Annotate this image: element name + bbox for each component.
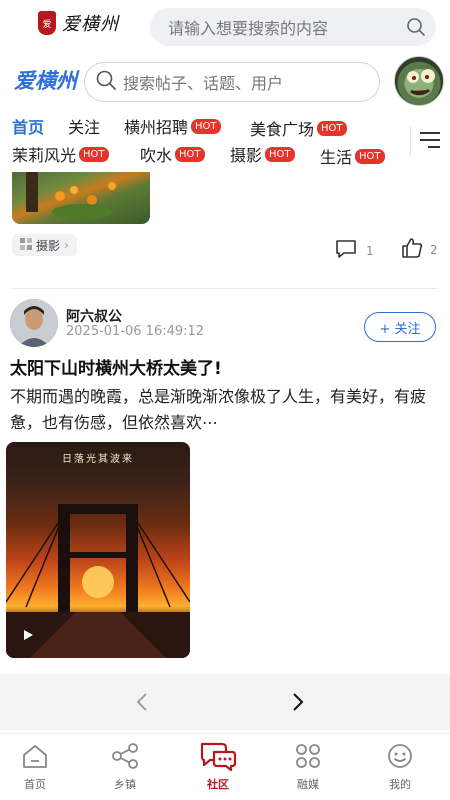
share-nodes-icon (110, 740, 140, 772)
comment-count[interactable]: 1 (334, 238, 374, 263)
app-logo[interactable]: 爱 爱横州 (38, 10, 119, 36)
post-feed[interactable]: 摄影 › 1 2 阿六叔公 2025-01-06 16:49:12 + 关注 太… (0, 172, 450, 670)
tab-food-square[interactable]: 美食广场 HOT (250, 116, 347, 140)
chevron-left-icon[interactable] (128, 688, 156, 716)
author-avatar[interactable] (10, 299, 58, 347)
global-search-placeholder: 请输入想要搜索的内容 (168, 19, 329, 38)
tab-label: 生活 (320, 148, 353, 167)
tab-label: 关注 (68, 118, 101, 137)
post-video-thumbnail[interactable]: 日落光其波来 (6, 442, 190, 658)
tab-label: 吹水 (140, 146, 173, 165)
app-top-bar: 爱 爱横州 请输入想要搜索的内容 (0, 0, 450, 52)
tab-photography[interactable]: 摄影 HOT (230, 142, 295, 166)
tab-chat[interactable]: 吹水 HOT (140, 142, 205, 166)
forum-brand: 爱横州 (14, 70, 77, 93)
tab-label: 美食广场 (250, 120, 315, 139)
tab-jasmine-scenery[interactable]: 茉莉风光 HOT (12, 142, 109, 166)
tab-label: 横州招聘 (124, 118, 189, 137)
hot-badge: HOT (265, 146, 295, 162)
logo-text: 爱横州 (62, 14, 119, 35)
comment-count-value: 1 (366, 243, 374, 258)
bottom-nav-label: 融媒 (297, 778, 319, 791)
grid-icon (20, 237, 32, 253)
like-count-value: 2 (430, 242, 438, 257)
home-icon (21, 740, 49, 772)
play-icon (24, 630, 33, 640)
post-timestamp: 2025-01-06 16:49:12 (66, 324, 205, 339)
hot-badge: HOT (355, 148, 385, 164)
bottom-nav-media[interactable]: 融媒 (268, 734, 348, 800)
hot-badge: HOT (317, 120, 347, 136)
bottom-nav-me[interactable]: 我的 (360, 734, 440, 800)
topic-tag[interactable]: 摄影 › (12, 234, 77, 256)
category-tabs: 首页 关注 横州招聘 HOT 美食广场 HOT 茉莉风光 HOT 吹水 HOT 摄影 HO… (0, 110, 450, 170)
tab-label: 摄影 (230, 146, 263, 165)
bottom-nav: 首页 乡镇 社区 融媒 我的 (0, 733, 450, 800)
comment-icon (334, 238, 358, 263)
bottom-nav-towns[interactable]: 乡镇 (85, 734, 165, 800)
chat-bubbles-icon (198, 740, 238, 772)
forum-search-placeholder: 搜索帖子、话题、用户 (123, 74, 284, 93)
follow-button[interactable]: + 关注 (364, 312, 436, 342)
like-count[interactable]: 2 (400, 236, 438, 263)
logo-seal-icon: 爱 (38, 11, 56, 35)
bottom-nav-label: 乡镇 (114, 778, 136, 791)
menu-icon[interactable] (418, 130, 442, 150)
tab-follow[interactable]: 关注 (68, 114, 100, 138)
global-search-bar[interactable]: 请输入想要搜索的内容 (150, 8, 436, 46)
tabs-divider (410, 126, 411, 156)
bottom-nav-label: 我的 (389, 778, 411, 791)
author-name[interactable]: 阿六叔公 (66, 306, 122, 326)
hot-badge: HOT (191, 118, 221, 134)
post-body[interactable]: 不期而遇的晚霞，总是渐晚渐浓像极了人生，有美好，有疲惫，也有伤感，但依然喜欢⋯ (10, 384, 438, 436)
tab-hengzhou-jobs[interactable]: 横州招聘 HOT (124, 114, 221, 138)
post-divider (12, 288, 438, 289)
hot-badge: HOT (79, 146, 109, 162)
four-petal-icon (294, 740, 322, 772)
search-icon (95, 69, 117, 95)
forum-search-input[interactable]: 搜索帖子、话题、用户 (84, 62, 380, 102)
post-title[interactable]: 太阳下山时横州大桥太美了! (10, 354, 222, 379)
hot-badge: HOT (175, 146, 205, 162)
tab-label: 茉莉风光 (12, 146, 77, 165)
tab-home[interactable]: 首页 (12, 114, 44, 138)
chevron-right-icon[interactable] (284, 688, 312, 716)
thumbs-up-icon (400, 236, 424, 263)
previous-post-image[interactable] (12, 172, 150, 224)
topic-tag-label: 摄影 (36, 238, 61, 253)
bottom-nav-label: 社区 (207, 778, 229, 791)
user-avatar[interactable] (394, 56, 444, 106)
chevron-right-icon: › (64, 238, 69, 252)
browser-nav-bar (0, 674, 450, 730)
tab-label: 首页 (12, 118, 45, 137)
forum-header: 爱横州 搜索帖子、话题、用户 (0, 56, 450, 108)
search-icon[interactable] (396, 8, 436, 46)
face-icon (386, 740, 414, 772)
tab-life[interactable]: 生活 HOT (320, 144, 385, 168)
bottom-nav-community[interactable]: 社区 (178, 734, 258, 800)
bottom-nav-home[interactable]: 首页 (0, 734, 75, 800)
bottom-nav-label: 首页 (24, 778, 46, 791)
